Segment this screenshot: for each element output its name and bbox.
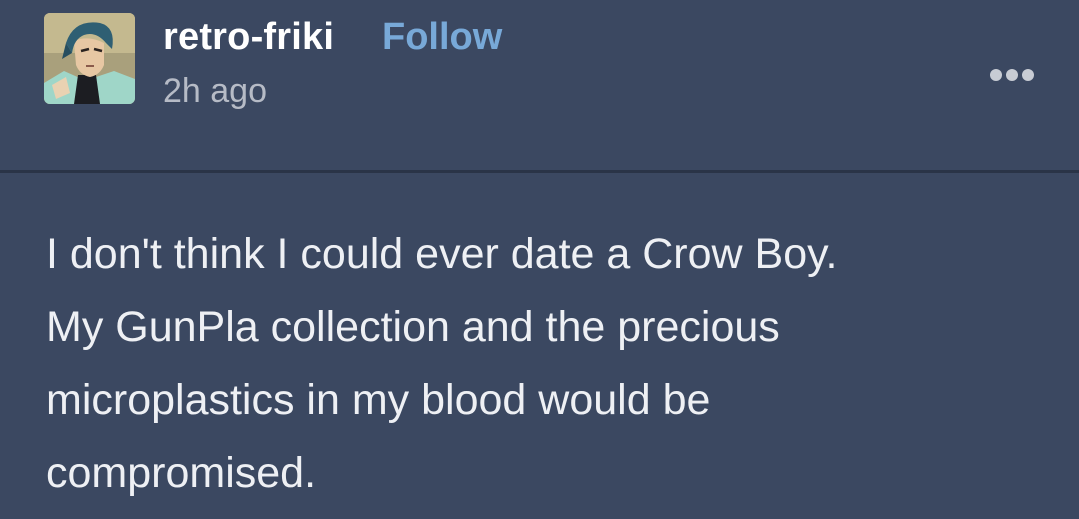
author-avatar[interactable] [44,13,135,104]
post-text-line: I don't think I could ever date a Crow B… [46,230,838,278]
follow-button[interactable]: Follow [382,15,502,59]
post-text-line: My GunPla collection and the precious [46,303,780,351]
post-text-line: microplastics in my blood would be [46,376,711,424]
post-timestamp: 2h ago [163,72,267,110]
post-text-line: compromised. [46,449,317,497]
post-header: retro-friki Follow 2h ago [0,0,1079,170]
post-body: I don't think I could ever date a Crow B… [46,218,1036,510]
header-divider [0,170,1079,173]
author-username[interactable]: retro-friki [163,15,334,59]
anime-character-avatar-icon [44,13,135,104]
more-options-button[interactable] [984,62,1036,88]
